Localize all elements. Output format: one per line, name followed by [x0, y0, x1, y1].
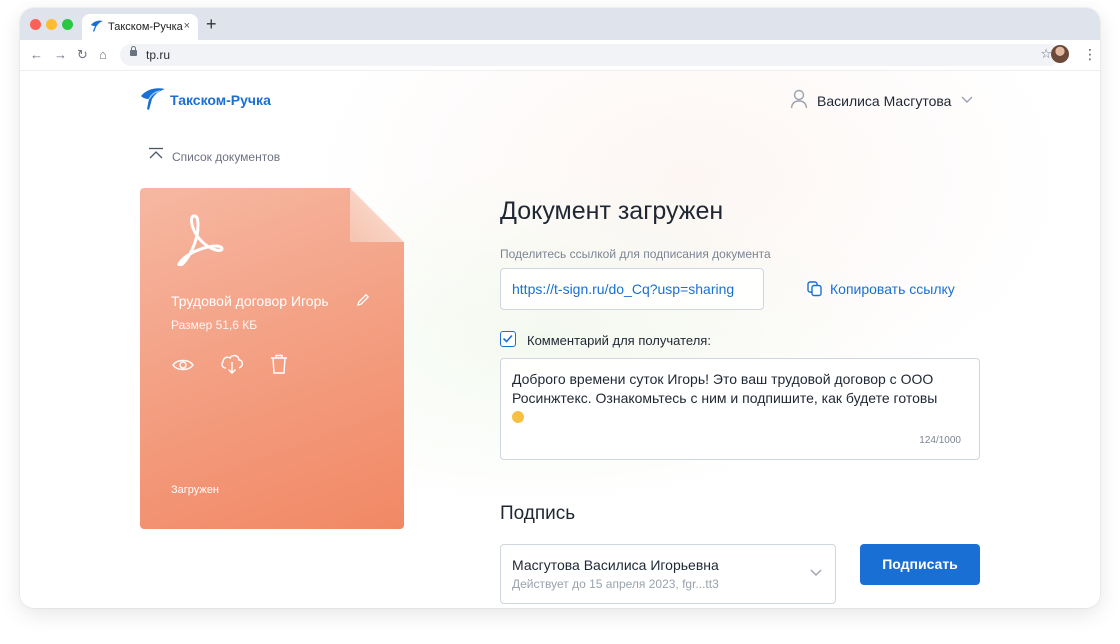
address-bar[interactable]: tp.ru ☆ — [120, 44, 1060, 66]
collapse-up-icon[interactable] — [148, 147, 164, 161]
trash-icon[interactable] — [268, 353, 290, 375]
home-icon[interactable]: ⌂ — [99, 47, 107, 63]
comment-text: Доброго времени суток Игорь! Это ваш тру… — [512, 371, 938, 406]
browser-tab[interactable]: Такском-Ручка × — [82, 14, 198, 40]
certificate-validity: Действует до 15 апреля 2023, fgr...tt3 — [512, 577, 719, 591]
checkmark-icon — [502, 334, 513, 343]
profile-avatar[interactable] — [1051, 45, 1069, 63]
signer-name: Масгутова Василиса Игорьевна — [512, 557, 719, 573]
documents-list-link[interactable]: Список документов — [172, 150, 280, 164]
forward-arrow-icon[interactable]: → — [54, 47, 67, 63]
share-link-value: https://t-sign.ru/do_Cq?usp=sharing — [512, 281, 735, 297]
browser-menu-icon[interactable]: ⋮ — [1083, 45, 1097, 63]
comment-checkbox-label: Комментарий для получателя: — [527, 333, 711, 348]
page-content: Такском-Ручка Василиса Масгутова Список … — [20, 71, 1100, 608]
sign-button[interactable]: Подписать — [860, 544, 980, 585]
browser-toolbar: ← → ↻ ⌂ tp.ru ☆ ⋮ — [20, 40, 1100, 71]
tab-title: Такском-Ручка — [108, 21, 183, 33]
reload-icon[interactable]: ↻ — [77, 47, 88, 63]
cloud-download-icon[interactable] — [219, 351, 245, 375]
new-tab-button[interactable]: + — [206, 14, 217, 34]
tab-close-icon[interactable]: × — [184, 20, 190, 32]
browser-window: Такском-Ручка × + ← → ↻ ⌂ tp.ru ☆ ⋮ Такс… — [20, 8, 1100, 608]
maximize-window-button[interactable] — [62, 19, 73, 30]
file-size: Размер 51,6 КБ — [171, 318, 258, 332]
tab-strip: Такском-Ручка × + — [20, 8, 1100, 40]
file-name: Трудовой договор Игорь — [171, 293, 329, 309]
eye-icon[interactable] — [172, 357, 194, 373]
signature-heading: Подпись — [500, 503, 576, 524]
user-name: Василиса Масгутова — [817, 93, 952, 109]
pen-logo-icon — [91, 20, 103, 32]
copy-link-label: Копировать ссылку — [830, 281, 955, 297]
file-card-fold — [350, 188, 404, 242]
brand-name[interactable]: Такском-Ручка — [170, 92, 271, 108]
user-icon — [790, 89, 808, 109]
page-title: Документ загружен — [500, 197, 724, 225]
character-counter: 124/1000 — [919, 435, 961, 446]
pencil-icon[interactable] — [355, 292, 371, 308]
share-link-field[interactable]: https://t-sign.ru/do_Cq?usp=sharing — [500, 268, 764, 310]
chevron-down-icon — [810, 569, 822, 576]
comment-checkbox[interactable] — [500, 331, 516, 347]
chevron-down-icon — [961, 96, 973, 103]
smile-emoji-icon — [512, 411, 524, 423]
url-text: tp.ru — [146, 48, 171, 62]
minimize-window-button[interactable] — [46, 19, 57, 30]
brand-logo-icon — [141, 88, 165, 110]
close-window-button[interactable] — [30, 19, 41, 30]
pdf-icon — [177, 214, 224, 266]
share-hint: Поделитесь ссылкой для подписания докуме… — [500, 247, 771, 261]
lock-icon — [130, 46, 137, 56]
copy-icon — [807, 281, 822, 297]
file-status: Загружен — [171, 484, 219, 496]
certificate-select[interactable]: Масгутова Василиса Игорьевна Действует д… — [500, 544, 836, 604]
back-arrow-icon[interactable]: ← — [30, 47, 43, 63]
comment-textarea[interactable]: Доброго времени суток Игорь! Это ваш тру… — [500, 358, 980, 460]
